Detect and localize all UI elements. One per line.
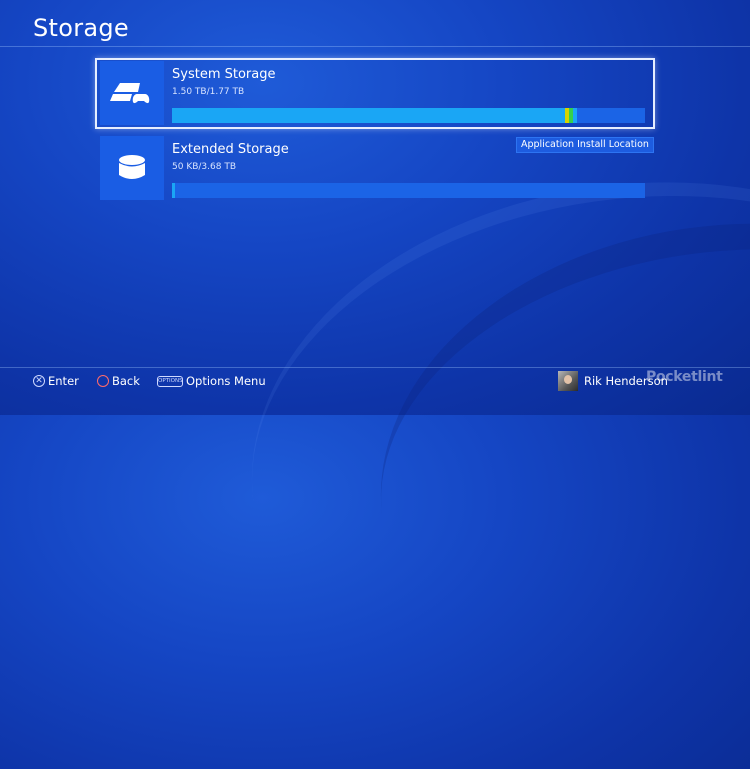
enter-label: Enter (48, 374, 79, 388)
storage-usage-bar (172, 108, 645, 123)
enter-hint[interactable]: ✕ Enter (33, 374, 79, 388)
watermark-logo: Pocketlint (646, 369, 723, 385)
storage-usage-text: 1.50 TB/1.77 TB (172, 87, 245, 97)
storage-usage-text: 50 KB/3.68 TB (172, 162, 236, 172)
options-hint[interactable]: OPTIONS Options Menu (157, 374, 266, 388)
page-title: Storage (33, 14, 130, 42)
ps4-console-icon (100, 61, 164, 125)
storage-item-label: System Storage (172, 67, 276, 82)
avatar (558, 371, 578, 391)
storage-item-system[interactable]: System Storage 1.50 TB/1.77 TB (100, 61, 655, 125)
storage-usage-fill (172, 108, 577, 123)
cross-button-icon: ✕ (33, 375, 45, 387)
title-divider (0, 46, 750, 47)
footer-divider (0, 367, 750, 368)
storage-item-extended[interactable]: Extended Storage 50 KB/3.68 TB (100, 136, 655, 200)
storage-item-label: Extended Storage (172, 142, 289, 157)
options-button-icon: OPTIONS (157, 375, 183, 387)
storage-usage-bar (172, 183, 645, 198)
storage-usage-fill (172, 183, 175, 198)
circle-button-icon (97, 375, 109, 387)
back-label: Back (112, 374, 140, 388)
back-hint[interactable]: Back (97, 374, 140, 388)
options-label: Options Menu (186, 374, 266, 388)
external-drive-icon (100, 136, 164, 200)
